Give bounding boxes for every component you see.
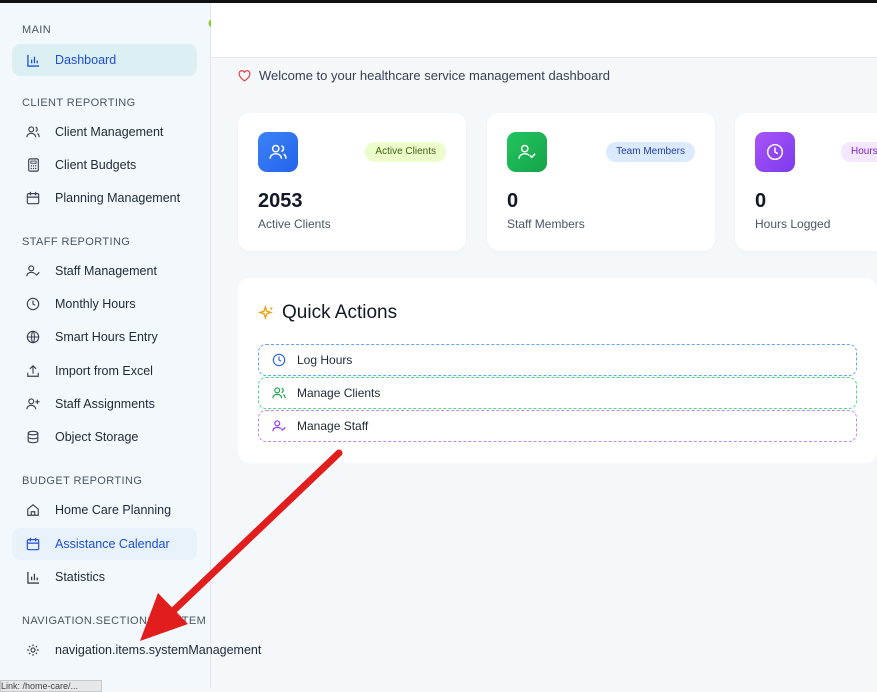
sidebar-item-system-management[interactable]: navigation.items.systemManagement <box>12 634 272 666</box>
stat-label: Active Clients <box>258 217 331 231</box>
sidebar-item-label: Dashboard <box>55 53 117 67</box>
status-badge: Team Members <box>606 142 695 162</box>
section-system: NAVIGATION.SECTIONS.SYSTEM <box>22 615 207 627</box>
calculator-icon <box>24 156 42 174</box>
sidebar-item-label: Staff Management <box>55 264 157 278</box>
sidebar-item-staff-management[interactable]: Staff Management <box>12 255 197 287</box>
stat-value: 0 <box>507 190 519 212</box>
stat-card-active-clients: Active Clients 2053 Active Clients <box>238 113 466 251</box>
manage-clients-button[interactable]: Manage Clients <box>258 377 857 409</box>
button-label: Log Hours <box>297 353 353 367</box>
sidebar-item-monthly-hours[interactable]: Monthly Hours <box>12 288 197 320</box>
sidebar-item-planning-management[interactable]: Planning Management <box>12 182 197 214</box>
heart-icon <box>238 69 251 82</box>
users-icon <box>258 132 298 172</box>
section-client-reporting: CLIENT REPORTING <box>22 97 136 109</box>
sidebar-item-assistance-calendar[interactable]: Assistance Calendar <box>12 528 197 560</box>
welcome-message: Welcome to your healthcare service manag… <box>238 68 610 83</box>
upload-icon <box>24 362 42 380</box>
sidebar-item-dashboard[interactable]: Dashboard <box>12 44 197 76</box>
stat-label: Staff Members <box>507 217 585 231</box>
home-icon <box>24 501 42 519</box>
stat-card-staff-members: Team Members 0 Staff Members <box>487 113 715 251</box>
calendar-icon <box>24 535 42 553</box>
sidebar-item-object-storage[interactable]: Object Storage <box>12 421 197 453</box>
top-header <box>211 3 877 58</box>
section-main: MAIN <box>22 24 52 36</box>
database-icon <box>24 428 42 446</box>
status-badge: Hours <box>841 142 877 162</box>
sidebar-item-client-management[interactable]: Client Management <box>12 116 197 148</box>
sidebar-item-label: Smart Hours Entry <box>55 330 158 344</box>
stat-card-hours-logged: Hours 0 Hours Logged <box>735 113 877 251</box>
sidebar-item-label: Client Management <box>55 125 164 139</box>
button-label: Manage Staff <box>297 419 369 433</box>
section-budget-reporting: BUDGET REPORTING <box>22 475 143 487</box>
quick-actions-panel: Quick Actions Log Hours Manage Clients M… <box>238 278 877 463</box>
clock-icon <box>755 132 795 172</box>
stat-value: 2053 <box>258 190 303 212</box>
link-status-tooltip: Link: /home-care/... <box>0 680 102 692</box>
sidebar-item-label: navigation.items.systemManagement <box>55 643 262 657</box>
log-hours-button[interactable]: Log Hours <box>258 344 857 376</box>
sidebar-item-label: Assistance Calendar <box>55 537 170 551</box>
sidebar-item-home-care-planning[interactable]: Home Care Planning <box>12 494 197 526</box>
bar-chart-icon <box>24 51 42 69</box>
gear-icon <box>24 641 42 659</box>
stat-label: Hours Logged <box>755 217 831 231</box>
users-icon <box>24 123 42 141</box>
quick-actions-title-text: Quick Actions <box>282 302 398 323</box>
calendar-icon <box>24 189 42 207</box>
sidebar-item-label: Import from Excel <box>55 364 153 378</box>
bar-chart-icon <box>24 568 42 586</box>
sidebar-item-statistics[interactable]: Statistics <box>12 561 197 593</box>
sidebar-item-client-budgets[interactable]: Client Budgets <box>12 149 197 181</box>
globe-icon <box>24 328 42 346</box>
sidebar-item-smart-hours-entry[interactable]: Smart Hours Entry <box>12 321 197 353</box>
sidebar-item-import-from-excel[interactable]: Import from Excel <box>12 355 197 387</box>
sidebar: MAIN Dashboard CLIENT REPORTING Client M… <box>0 3 211 688</box>
user-check-icon <box>272 419 286 433</box>
sidebar-item-label: Statistics <box>55 570 106 584</box>
sidebar-item-label: Planning Management <box>55 191 181 205</box>
button-label: Manage Clients <box>297 386 381 400</box>
user-plus-icon <box>24 395 42 413</box>
status-badge: Active Clients <box>365 142 446 162</box>
sidebar-item-label: Staff Assignments <box>55 397 155 411</box>
manage-staff-button[interactable]: Manage Staff <box>258 410 857 442</box>
section-staff-reporting: STAFF REPORTING <box>22 236 131 248</box>
quick-actions-title: Quick Actions <box>258 302 397 324</box>
user-check-icon <box>507 132 547 172</box>
sidebar-item-staff-assignments[interactable]: Staff Assignments <box>12 388 197 420</box>
users-icon <box>272 386 286 400</box>
sidebar-item-label: Object Storage <box>55 430 139 444</box>
sidebar-item-label: Home Care Planning <box>55 503 172 517</box>
sidebar-item-label: Client Budgets <box>55 158 137 172</box>
welcome-text: Welcome to your healthcare service manag… <box>259 68 610 83</box>
stat-value: 0 <box>755 190 767 212</box>
clock-icon <box>24 295 42 313</box>
sidebar-item-label: Monthly Hours <box>55 297 136 311</box>
user-check-icon <box>24 262 42 280</box>
sparkles-icon <box>258 304 275 322</box>
clock-icon <box>272 353 286 367</box>
